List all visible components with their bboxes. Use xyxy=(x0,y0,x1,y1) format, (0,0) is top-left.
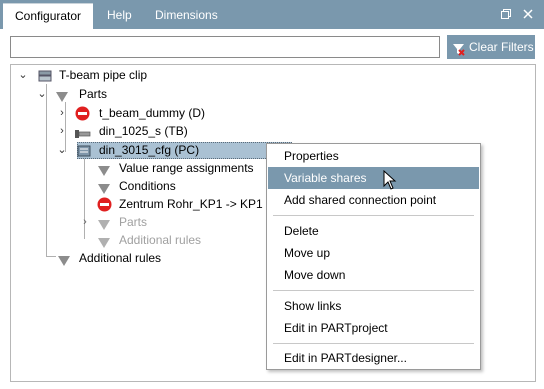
menu-separator xyxy=(273,215,474,216)
tree-item-additional-rules[interactable]: Additional rules xyxy=(55,249,225,267)
tree-label: Zentrum Rohr_KP1 -> KP1 xyxy=(119,197,263,211)
menu-item-edit-in-partproject[interactable]: Edit in PARTproject xyxy=(268,317,479,339)
mouse-cursor-icon xyxy=(383,169,397,193)
chevron-down-icon[interactable]: ⌄ xyxy=(57,141,67,159)
configuration-icon xyxy=(77,144,91,162)
tree-item-din1025[interactable]: › din_1025_s (TB) xyxy=(55,122,255,140)
restore-icon[interactable] xyxy=(500,8,512,20)
close-icon[interactable] xyxy=(522,8,534,20)
tree-item-sub-additional[interactable]: Additional rules xyxy=(95,231,265,249)
tree-item-value-range[interactable]: Value range assignments xyxy=(95,159,275,177)
menu-item-properties[interactable]: Properties xyxy=(268,145,479,167)
menu-item-add-shared-connection-point[interactable]: Add shared connection point xyxy=(268,189,479,211)
menu-item-move-up[interactable]: Move up xyxy=(268,242,479,264)
tree-label: din_1025_s (TB) xyxy=(99,124,188,138)
tree-label: Additional rules xyxy=(79,251,162,265)
tree-item-zentrum[interactable]: Zentrum Rohr_KP1 -> KP1 xyxy=(95,195,265,213)
tree-item-parts[interactable]: ⌄ Parts xyxy=(35,85,185,103)
tree-label: Value range assignments xyxy=(119,161,254,175)
tree-item-din3015[interactable]: ⌄ din_3015_cfg (PC) xyxy=(55,141,292,159)
menu-separator xyxy=(273,343,474,344)
menu-item-show-links[interactable]: Show links xyxy=(268,295,479,317)
menu-item-delete[interactable]: Delete xyxy=(268,220,479,242)
menu-item-edit-in-partdesigner[interactable]: Edit in PARTdesigner... xyxy=(268,347,479,369)
tree-label: T-beam pipe clip xyxy=(59,68,148,82)
chevron-right-icon[interactable]: › xyxy=(80,213,90,231)
tree-label: Conditions xyxy=(119,179,176,193)
tree-label: Additional rules xyxy=(119,233,202,247)
tab-dimensions[interactable]: Dimensions xyxy=(143,3,230,29)
tree-item-root[interactable]: ⌄ T-beam pipe clip xyxy=(16,66,216,84)
tab-configurator[interactable]: Configurator xyxy=(3,3,94,29)
chevron-right-icon[interactable]: › xyxy=(57,104,67,122)
tree-item-sub-parts[interactable]: › Parts xyxy=(75,213,245,231)
tree-label: t_beam_dummy (D) xyxy=(99,106,206,120)
folder-triangle-icon xyxy=(58,253,70,271)
clear-filter-icon xyxy=(452,40,465,56)
clear-filters-label: Clear Filters xyxy=(469,40,534,54)
tree-label: din_3015_cfg (PC) xyxy=(99,143,200,157)
search-input[interactable] xyxy=(10,36,440,58)
menu-item-variable-shares[interactable]: Variable shares xyxy=(268,167,479,189)
tab-help[interactable]: Help xyxy=(95,3,144,29)
context-menu: Properties Variable shares Add shared co… xyxy=(266,143,481,370)
menu-item-move-down[interactable]: Move down xyxy=(268,264,479,286)
tree-item-t-beam[interactable]: › t_beam_dummy (D) xyxy=(55,104,255,122)
tree-line xyxy=(46,84,47,256)
menu-separator xyxy=(273,290,474,291)
tree-label: Parts xyxy=(119,215,148,229)
clear-filters-button[interactable]: Clear Filters xyxy=(447,35,535,59)
tree-item-conditions[interactable]: Conditions xyxy=(95,177,265,195)
chevron-right-icon[interactable]: › xyxy=(57,122,67,140)
chevron-down-icon[interactable]: ⌄ xyxy=(37,85,47,103)
chevron-down-icon[interactable]: ⌄ xyxy=(18,66,28,84)
tab-bar: Configurator Help Dimensions xyxy=(0,0,544,29)
tree-label: Parts xyxy=(79,87,108,101)
